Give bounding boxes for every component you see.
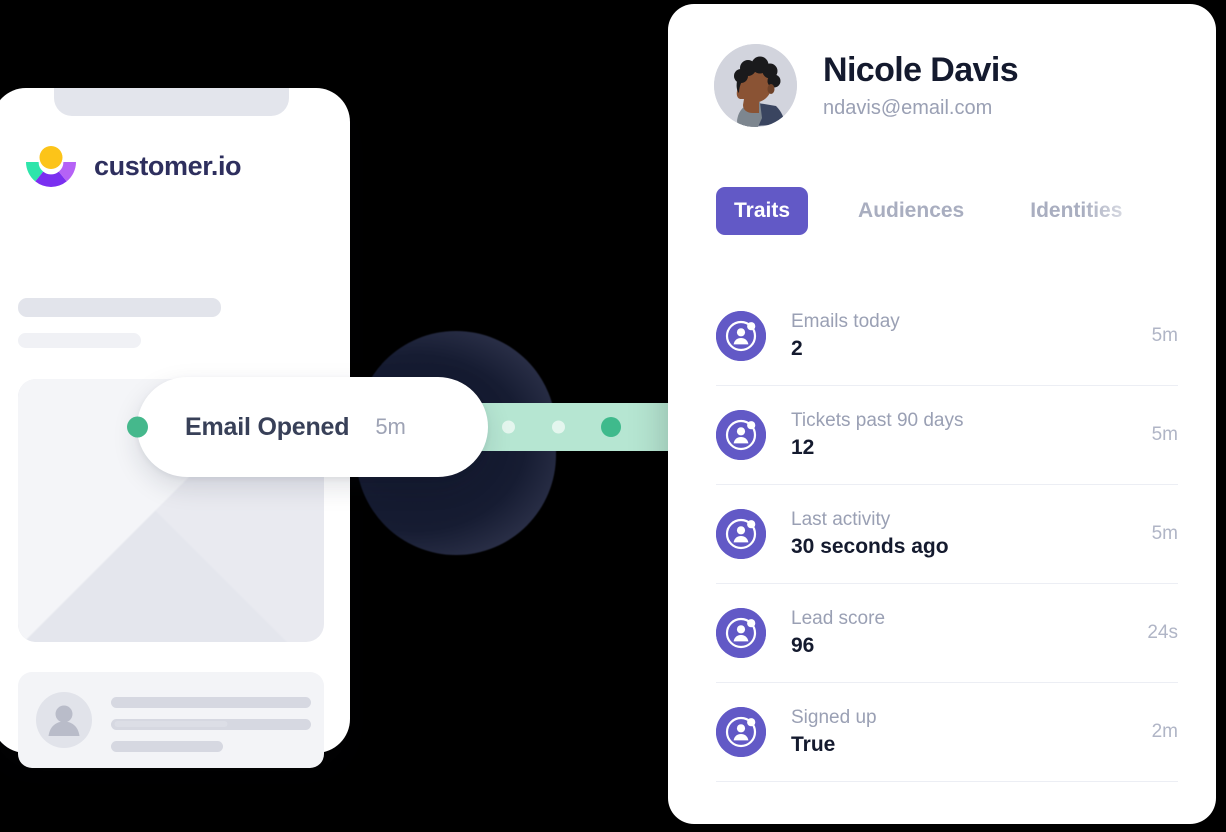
trait-row[interactable]: Emails today 2 5m <box>716 287 1178 386</box>
trait-text: Last activity 30 seconds ago <box>791 508 1140 561</box>
trait-label: Tickets past 90 days <box>791 409 964 431</box>
skeleton-bar-secondary <box>18 333 141 348</box>
person-identity-icon <box>716 311 766 361</box>
trait-label: Emails today <box>791 310 900 332</box>
trait-label: Lead score <box>791 607 886 629</box>
contact-avatar-icon <box>36 692 92 748</box>
trait-label: Last activity <box>791 508 891 530</box>
tab-bar: Traits Audiences Identities <box>716 187 1140 235</box>
brand-wordmark: customer.io <box>94 150 242 181</box>
status-dot-green-icon <box>127 416 148 438</box>
trait-text: Emails today 2 <box>791 310 1140 363</box>
trait-timestamp: 5m <box>1151 523 1178 544</box>
trait-timestamp: 5m <box>1151 424 1178 445</box>
profile-email: ndavis@email.com <box>823 97 993 120</box>
skeleton-line <box>111 697 311 708</box>
tab-identities[interactable]: Identities <box>1012 187 1140 235</box>
trait-value: 2 <box>791 337 803 361</box>
customerio-logo-icon <box>22 140 80 192</box>
profile-header: Nicole Davis ndavis@email.com <box>714 44 1019 127</box>
traits-list: Emails today 2 5m Tickets past 90 days 1… <box>716 287 1178 782</box>
trait-text: Tickets past 90 days 12 <box>791 409 1140 462</box>
timeline-dot-active <box>601 417 621 437</box>
skeleton-bar-primary <box>18 298 221 317</box>
trait-timestamp: 24s <box>1147 622 1178 643</box>
user-avatar <box>714 44 797 127</box>
phone-notch <box>54 88 289 116</box>
trait-value: 96 <box>791 634 815 658</box>
trait-value: 12 <box>791 436 815 460</box>
timeline-dot-inactive <box>502 420 515 434</box>
profile-identity: Nicole Davis ndavis@email.com <box>823 50 1019 120</box>
trait-row[interactable]: Last activity 30 seconds ago 5m <box>716 485 1178 584</box>
event-pill-label: Email Opened <box>185 412 350 441</box>
event-pill[interactable]: Email Opened 5m <box>127 377 488 477</box>
trait-value: True <box>791 733 836 757</box>
tab-audiences[interactable]: Audiences <box>840 187 982 235</box>
trait-timestamp: 5m <box>1151 325 1178 346</box>
trait-row[interactable]: Lead score 96 24s <box>716 584 1178 683</box>
event-pill-time: 5m <box>375 414 406 439</box>
person-identity-icon <box>716 608 766 658</box>
brand-logo: customer.io <box>22 140 242 192</box>
person-identity-icon <box>716 509 766 559</box>
trait-text: Lead score 96 <box>791 607 1135 660</box>
timeline-dot-inactive <box>552 420 565 434</box>
skeleton-line <box>111 741 223 752</box>
trait-timestamp: 2m <box>1151 721 1178 742</box>
trait-value: 30 seconds ago <box>791 535 949 559</box>
contact-skeleton-card <box>18 672 324 768</box>
screenshot-stage: customer.io Email Opened 5m Nicole Davis… <box>0 0 1226 832</box>
home-indicator <box>114 721 228 727</box>
tab-traits[interactable]: Traits <box>716 187 809 235</box>
trait-row[interactable]: Signed up True 2m <box>716 683 1178 782</box>
page-title: Nicole Davis <box>823 50 1019 89</box>
person-identity-icon <box>716 707 766 757</box>
trait-text: Signed up True <box>791 706 1140 759</box>
trait-label: Signed up <box>791 706 877 728</box>
trait-row[interactable]: Tickets past 90 days 12 5m <box>716 386 1178 485</box>
person-identity-icon <box>716 410 766 460</box>
profile-card: Nicole Davis ndavis@email.com Traits Aud… <box>668 4 1216 824</box>
